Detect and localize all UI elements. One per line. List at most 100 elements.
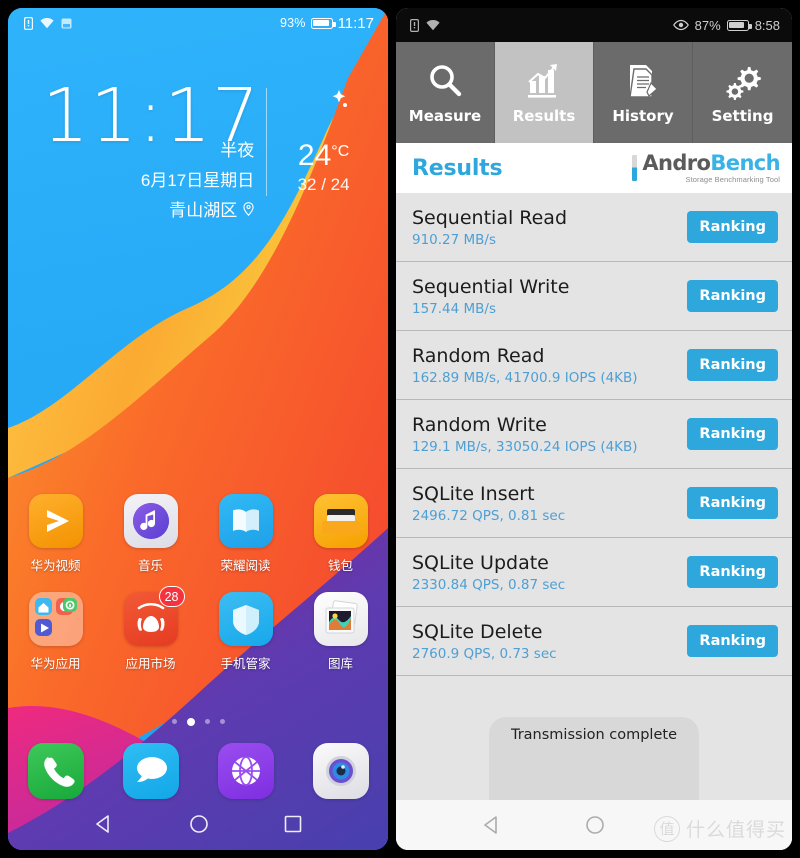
clock-location: 青山湖区 <box>42 196 260 221</box>
app-huawei-video[interactable]: 华为视频 <box>8 494 103 574</box>
table-row[interactable]: SQLite Insert 2496.72 QPS, 0.81 sec Rank… <box>396 469 792 538</box>
recents-icon[interactable] <box>284 815 302 833</box>
wifi-icon <box>426 19 440 31</box>
gallery-icon[interactable] <box>313 592 368 646</box>
home-icon[interactable] <box>585 815 605 835</box>
table-row[interactable]: SQLite Delete 2760.9 QPS, 0.73 sec Ranki… <box>396 607 792 676</box>
moon-stars-icon <box>309 88 347 124</box>
page-dot[interactable] <box>219 719 225 724</box>
dock-item-browser[interactable] <box>198 743 293 799</box>
ranking-button[interactable]: Ranking <box>687 418 778 450</box>
left-nav-bar <box>8 798 388 850</box>
app-gallery[interactable]: 图库 <box>293 592 388 672</box>
ranking-button[interactable]: Ranking <box>687 349 778 381</box>
phone-manager-icon[interactable] <box>218 592 273 646</box>
result-name: Sequential Write <box>412 275 570 298</box>
battery-icon <box>726 19 752 31</box>
result-name: Random Read <box>412 344 545 367</box>
table-row[interactable]: Sequential Write 157.44 MB/s Ranking <box>396 262 792 331</box>
browser-icon[interactable] <box>217 743 274 799</box>
app-label: 荣耀阅读 <box>220 558 271 573</box>
home-icon[interactable] <box>189 814 209 834</box>
results-body: Sequential Read 910.27 MB/s Ranking Sequ… <box>396 193 792 850</box>
table-row[interactable]: Random Write 129.1 MB/s, 33050.24 IOPS (… <box>396 400 792 469</box>
dock-item-messages[interactable] <box>103 743 198 799</box>
magnifier-icon <box>430 64 462 96</box>
huawei-apps-folder-icon[interactable] <box>28 592 83 646</box>
right-phone-screen: 87% 8:58 Measure Results History Setting… <box>396 8 792 850</box>
ranking-button[interactable]: Ranking <box>687 280 778 312</box>
logo-bar-icon <box>632 155 638 181</box>
result-name: SQLite Insert <box>412 482 535 505</box>
left-status-icons <box>24 16 72 30</box>
result-value: 157.44 MB/s <box>412 300 497 317</box>
app-honor-reading[interactable]: 荣耀阅读 <box>198 494 293 574</box>
app-music[interactable]: 音乐 <box>103 494 198 574</box>
battery-icon <box>310 17 336 29</box>
right-status-right: 87% 8:58 <box>672 17 780 33</box>
app-huawei-apps-folder[interactable]: 华为应用 <box>8 592 103 672</box>
logo-text: AndroBench Storage Benchmarking Tool <box>642 150 780 184</box>
ranking-button[interactable]: Ranking <box>687 487 778 519</box>
tab-results[interactable]: Results <box>495 42 594 143</box>
ranking-button[interactable]: Ranking <box>687 625 778 657</box>
tab-measure[interactable]: Measure <box>396 42 495 143</box>
left-status-right: 93% 11:17 <box>280 15 374 32</box>
music-icon[interactable] <box>123 494 178 548</box>
table-row[interactable]: Sequential Read 910.27 MB/s Ranking <box>396 193 792 262</box>
gears-icon <box>725 66 761 100</box>
app-phone-manager[interactable]: 手机管家 <box>198 592 293 672</box>
app-label: 图库 <box>327 656 353 671</box>
messages-icon[interactable] <box>122 743 179 799</box>
result-value: 2496.72 QPS, 0.81 sec <box>412 507 566 524</box>
app-row-1: 华为视频 音乐 荣耀阅读 钱包 <box>8 494 388 574</box>
table-row[interactable]: SQLite Update 2330.84 QPS, 0.87 sec Rank… <box>396 538 792 607</box>
clock-location-text: 青山湖区 <box>169 201 238 221</box>
app-grid: 华为视频 音乐 荣耀阅读 钱包 华为应用 28 应用市场 手机管家 图库 <box>8 494 388 672</box>
phone-icon[interactable] <box>27 743 84 799</box>
page-title: Results <box>412 155 503 181</box>
dock-item-camera[interactable] <box>293 743 388 799</box>
page-dot-active[interactable] <box>186 717 195 726</box>
ranking-button[interactable]: Ranking <box>687 556 778 588</box>
page-dot[interactable] <box>204 719 210 724</box>
tab-setting[interactable]: Setting <box>693 42 792 143</box>
back-icon[interactable] <box>94 815 114 833</box>
app-app-market[interactable]: 28 应用市场 <box>103 586 198 672</box>
app-wallet[interactable]: 钱包 <box>293 494 388 574</box>
left-phone-screen: 93% 11:17 11:17 半夜 6月17日星期日 青山湖区 24°C 32… <box>8 8 388 850</box>
wallet-icon[interactable] <box>313 494 368 548</box>
left-phone: 93% 11:17 11:17 半夜 6月17日星期日 青山湖区 24°C 32… <box>0 0 396 858</box>
camera-icon[interactable] <box>312 743 369 799</box>
back-icon[interactable] <box>482 816 502 834</box>
location-pin-icon <box>243 201 254 216</box>
result-name: Random Write <box>412 413 547 436</box>
clock-weather-widget[interactable]: 11:17 半夜 6月17日星期日 青山湖区 24°C 32 / 24 <box>8 79 388 221</box>
dock-item-phone[interactable] <box>8 743 103 799</box>
app-label: 应用市场 <box>125 656 176 671</box>
tab-label: Measure <box>408 106 482 125</box>
clock-block[interactable]: 11:17 半夜 6月17日星期日 青山湖区 <box>42 79 260 221</box>
page-indicator[interactable] <box>8 717 388 726</box>
weather-block[interactable]: 24°C 32 / 24 <box>279 82 368 195</box>
left-battery-percent: 93% <box>279 16 306 30</box>
left-status-bar: 93% 11:17 <box>8 8 388 38</box>
app-label: 华为视频 <box>30 558 81 573</box>
app-badge-count: 28 <box>158 586 185 607</box>
app-label: 华为应用 <box>30 656 81 671</box>
tab-history[interactable]: History <box>594 42 693 143</box>
result-value: 910.27 MB/s <box>412 231 497 248</box>
table-row[interactable]: Random Read 162.89 MB/s, 41700.9 IOPS (4… <box>396 331 792 400</box>
dock <box>8 743 388 799</box>
huawei-video-icon[interactable] <box>28 494 83 548</box>
logo-main-andro: Andro <box>642 150 711 175</box>
tab-label: Results <box>512 106 576 125</box>
result-name: SQLite Delete <box>412 620 543 643</box>
wifi-icon <box>40 17 54 29</box>
ranking-button[interactable]: Ranking <box>687 211 778 243</box>
app-label: 钱包 <box>327 558 353 573</box>
right-battery-percent: 87% <box>694 17 721 33</box>
honor-reading-icon[interactable] <box>218 494 273 548</box>
watermark-logo-icon: 值 <box>653 815 680 842</box>
page-dot[interactable] <box>171 719 177 724</box>
